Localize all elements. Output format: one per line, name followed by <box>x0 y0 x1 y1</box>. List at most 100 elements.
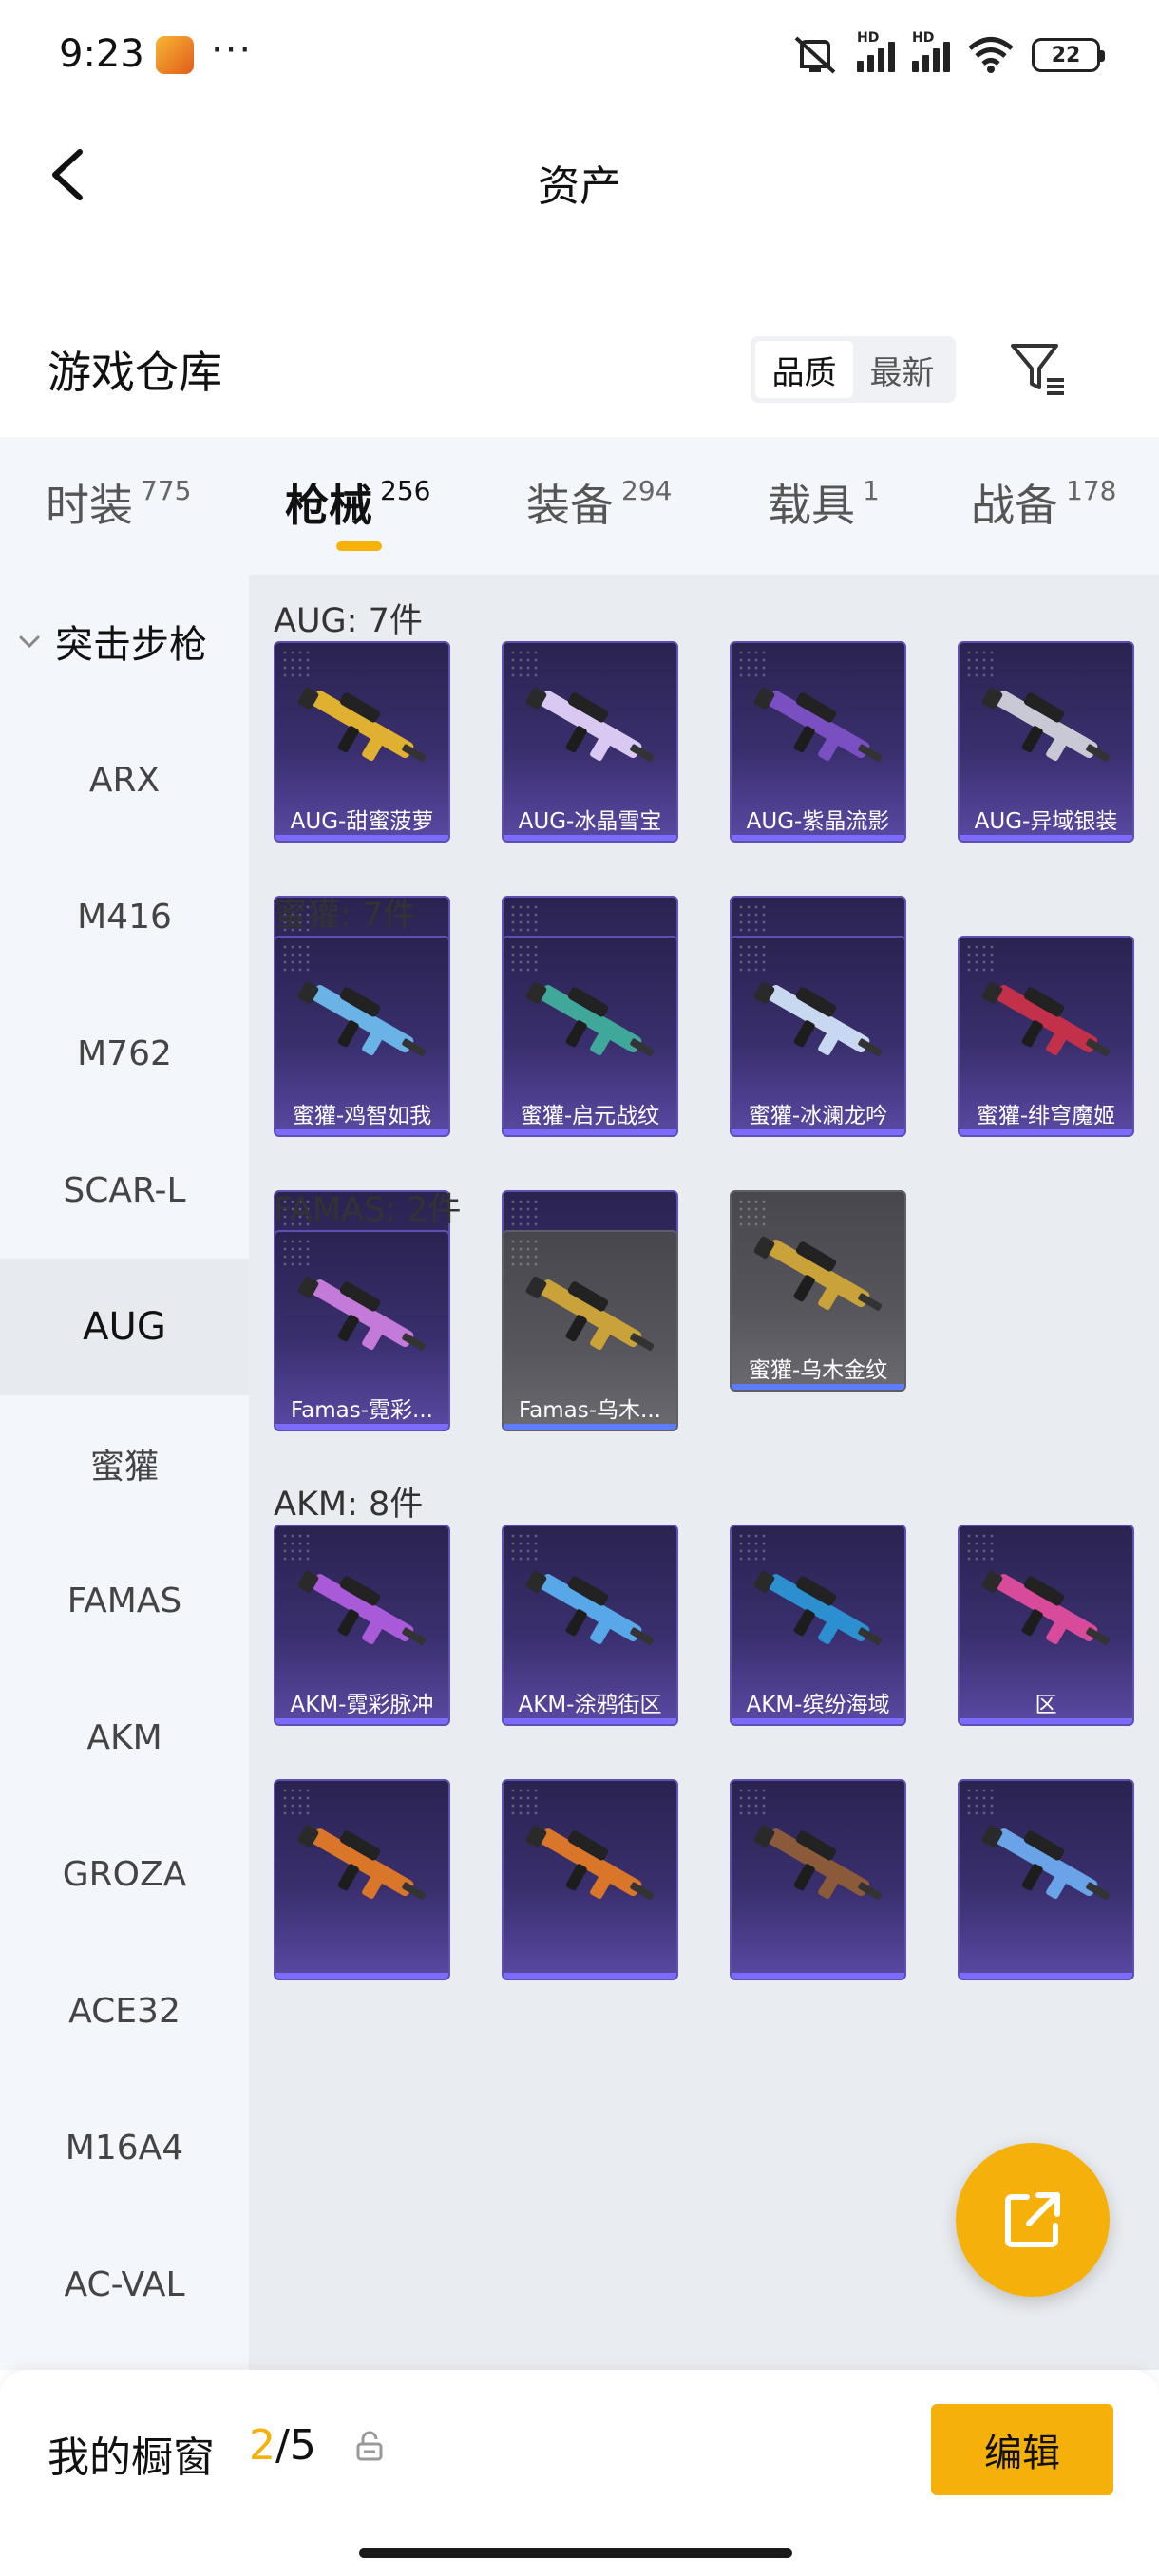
home-indicator <box>359 2548 792 2558</box>
tab-label: 枪械 <box>285 480 372 531</box>
skin-name: AUG-冰晶雪宝 <box>518 809 662 834</box>
rifle-icon <box>981 687 1111 762</box>
tab-count: 256 <box>380 475 431 506</box>
active-tab-indicator <box>336 541 382 551</box>
edit-button[interactable]: 编辑 <box>931 2404 1113 2495</box>
filter-icon[interactable] <box>1007 338 1068 399</box>
status-indicators: HD HD 22 <box>790 30 1105 76</box>
rifle-icon <box>753 1825 883 1900</box>
sidebar-item-m16a4[interactable]: M16A4 <box>0 2079 249 2216</box>
skin-name: AUG-甜蜜菠萝 <box>290 809 434 834</box>
tab-count: 775 <box>141 475 192 506</box>
skin-card[interactable] <box>958 1779 1134 1980</box>
battery-icon: 22 <box>1032 38 1105 72</box>
wifi-icon <box>968 37 1014 73</box>
signal-1-icon: HD <box>857 30 895 72</box>
skin-card[interactable]: Famas-霓彩... <box>274 1230 450 1431</box>
skin-card[interactable]: 蜜獾-启元战纹 <box>502 936 678 1137</box>
sort-quality-button[interactable]: 品质 <box>755 341 853 398</box>
sidebar-item-groza[interactable]: GROZA <box>0 1806 249 1942</box>
skin-card[interactable]: Famas-乌木... <box>502 1230 678 1431</box>
rifle-icon <box>753 1570 883 1645</box>
rifle-icon <box>297 1570 427 1645</box>
tab-label: 时装 <box>46 480 133 531</box>
skin-card[interactable] <box>274 1779 450 1980</box>
skin-card[interactable]: AUG-冰晶雪宝 <box>502 641 678 843</box>
app-header: 资产 <box>0 114 1159 237</box>
skin-card[interactable]: AUG-甜蜜菠萝 <box>274 641 450 843</box>
sidebar-item-aug[interactable]: AUG <box>0 1259 249 1395</box>
skin-card[interactable]: AKM-缤纷海域 <box>730 1525 906 1726</box>
skin-card[interactable]: AKM-涂鸦街区 <box>502 1525 678 1726</box>
sidebar-item-m762[interactable]: M762 <box>0 985 249 1122</box>
skin-name: AKM-缤纷海域 <box>746 1693 890 1717</box>
tab-label: 战备 <box>971 480 1058 531</box>
rifle-icon <box>525 1276 655 1351</box>
status-time: 9:23 <box>59 32 144 76</box>
sidebar-group-label: 突击步枪 <box>55 623 207 667</box>
tab-equipment[interactable]: 装备 294 <box>526 471 672 534</box>
skin-card[interactable]: 蜜獾-鸡智如我 <box>274 936 450 1137</box>
skin-name: AKM-霓彩脉冲 <box>290 1693 434 1717</box>
sidebar-item-famas[interactable]: FAMAS <box>0 1532 249 1669</box>
skin-card[interactable]: 蜜獾-绯穹魔姬 <box>958 936 1134 1137</box>
tab-label: 载具 <box>768 480 855 531</box>
sidebar-item-akm[interactable]: AKM <box>0 1669 249 1806</box>
skin-card[interactable] <box>502 1779 678 1980</box>
sort-newest-button[interactable]: 最新 <box>853 341 951 398</box>
skin-name: 蜜獾-乌木金纹 <box>748 1358 888 1383</box>
tab-vehicles[interactable]: 载具 1 <box>768 471 880 534</box>
showcase-label: 我的橱窗 <box>48 2434 215 2482</box>
rifle-icon <box>981 1570 1111 1645</box>
rifle-icon <box>525 687 655 762</box>
sidebar-item-ac-val[interactable]: AC-VAL <box>0 2216 249 2353</box>
weapon-type-sidebar: 突击步枪 ARX M416 M762 SCAR-L AUG 蜜獾 FAMAS AKM GROZA… <box>0 575 249 2370</box>
rifle-icon <box>753 687 883 762</box>
tab-label: 装备 <box>526 480 614 531</box>
tab-count: 178 <box>1066 475 1117 506</box>
skin-card[interactable]: AUG-紫晶流影 <box>730 641 906 843</box>
page-title: 资产 <box>538 162 621 211</box>
status-bar: 9:23 ··· HD HD 22 <box>0 0 1159 114</box>
showcase-count: 2/5 <box>249 2421 316 2470</box>
sidebar-item-scar-l[interactable]: SCAR-L <box>0 1122 249 1259</box>
skin-card[interactable]: AUG-异域银装 <box>958 641 1134 843</box>
warehouse-header: 游戏仓库 品质 最新 <box>0 313 1159 418</box>
rifle-icon <box>297 687 427 762</box>
skin-name: 区 <box>1035 1693 1057 1717</box>
skin-card[interactable]: 蜜獾-冰澜龙吟 <box>730 936 906 1137</box>
skin-name: 蜜獾-启元战纹 <box>520 1104 660 1128</box>
section-title: FAMAS: 2件 <box>274 1191 462 1229</box>
share-button[interactable] <box>956 2143 1110 2297</box>
skin-card[interactable]: AKM-霓彩脉冲 <box>274 1525 450 1726</box>
category-tabs: 时装 775 枪械 256 装备 294 载具 1 战备 178 <box>0 437 1159 575</box>
sidebar-item-m416[interactable]: M416 <box>0 848 249 985</box>
rifle-icon <box>297 981 427 1056</box>
rifle-icon <box>525 1570 655 1645</box>
rifle-icon <box>297 1276 427 1351</box>
rifle-icon <box>525 1825 655 1900</box>
section-title: AKM: 8件 <box>274 1486 424 1524</box>
skin-name: AKM-涂鸦街区 <box>518 1693 662 1717</box>
tab-supplies[interactable]: 战备 178 <box>971 471 1116 534</box>
skin-grid: AUG: 7件 AUG-甜蜜菠萝 AUG-冰晶雪宝 AUG-紫晶流影 AUG-异域银装 A… <box>249 575 1159 2370</box>
showcase-total: /5 <box>276 2421 316 2470</box>
rifle-icon <box>297 1825 427 1900</box>
rifle-icon <box>753 1236 883 1311</box>
sidebar-item-arx[interactable]: ARX <box>0 711 249 848</box>
tab-fashion[interactable]: 时装 775 <box>46 471 191 534</box>
skin-card[interactable]: 蜜獾-乌木金纹 <box>730 1190 906 1392</box>
sidebar-item-ace32[interactable]: ACE32 <box>0 1942 249 2079</box>
skin-card[interactable]: 区 <box>958 1525 1134 1726</box>
skin-name: 蜜獾-冰澜龙吟 <box>748 1104 888 1128</box>
skin-name: Famas-霓彩... <box>291 1398 433 1423</box>
chevron-down-icon <box>19 635 40 649</box>
section-title: 蜜獾: 7件 <box>274 897 417 935</box>
sidebar-item--[interactable]: 蜜獾 <box>0 1395 249 1532</box>
sidebar-group-assault-rifles[interactable]: 突击步枪 <box>0 603 249 679</box>
showcase-bar: 我的橱窗 2/5 编辑 <box>0 2370 1159 2576</box>
rifle-icon <box>981 1825 1111 1900</box>
tab-firearms[interactable]: 枪械 256 <box>285 471 430 534</box>
skin-card[interactable] <box>730 1779 906 1980</box>
lock-icon <box>356 2431 383 2461</box>
